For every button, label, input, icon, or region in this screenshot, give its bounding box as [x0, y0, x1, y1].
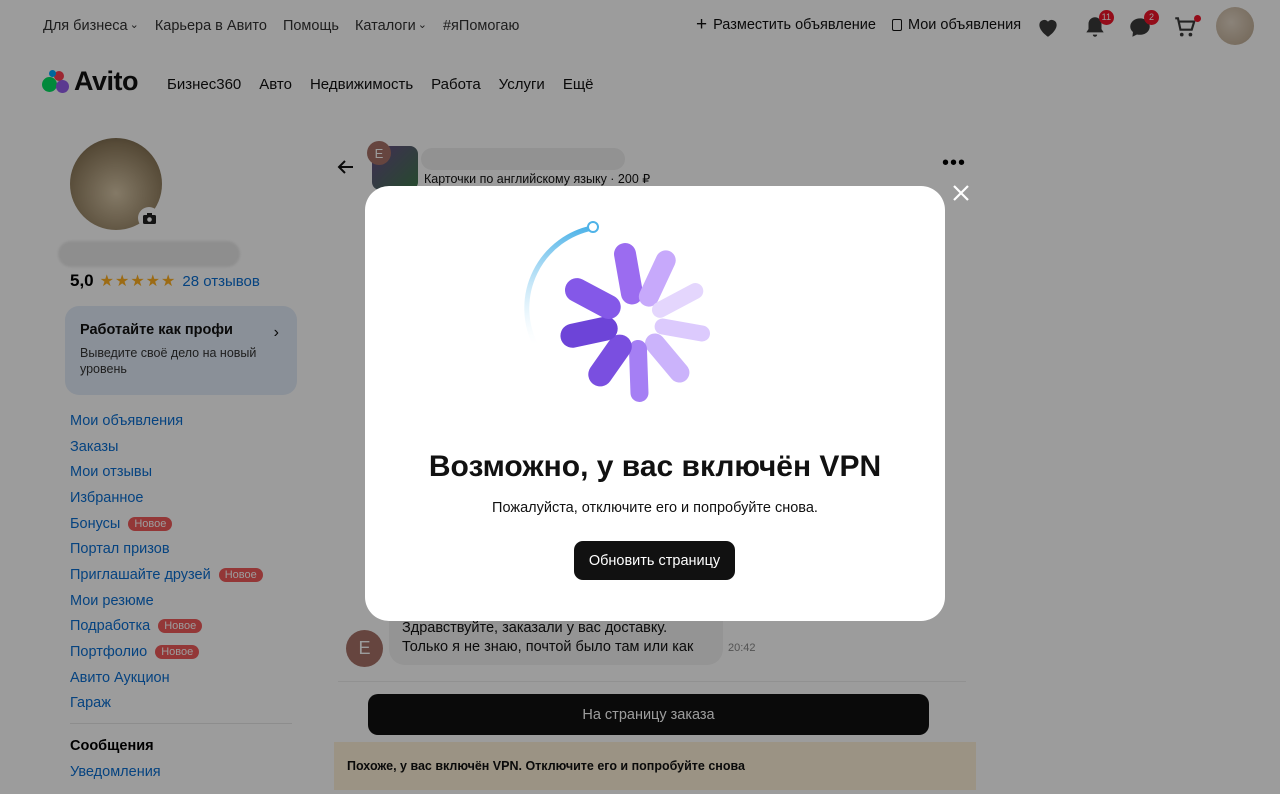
- page: Для бизнеса Карьера в Авито Помощь Катал…: [0, 0, 1280, 794]
- vpn-modal: Возможно, у вас включён VPN Пожалуйста, …: [365, 186, 945, 621]
- modal-title: Возможно, у вас включён VPN: [428, 450, 882, 483]
- close-icon[interactable]: [950, 182, 972, 204]
- refresh-page-button[interactable]: Обновить страницу: [574, 541, 735, 580]
- loading-spinner-icon: [524, 221, 710, 402]
- modal-subtitle: Пожалуйста, отключите его и попробуйте с…: [492, 500, 818, 516]
